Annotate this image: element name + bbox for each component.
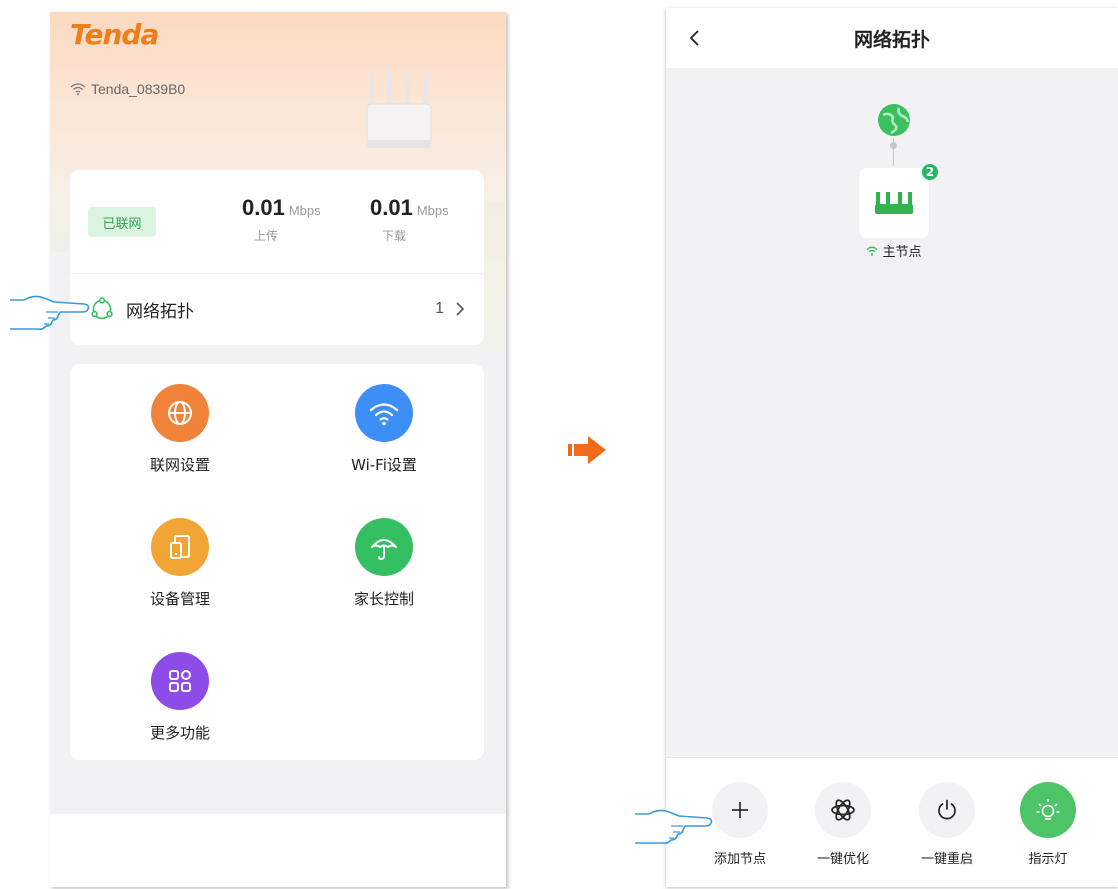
internet-globe-icon[interactable] — [877, 103, 911, 137]
upload-label: 上传 — [254, 229, 279, 243]
pointing-hand-icon — [10, 295, 90, 331]
one-click-reboot-button[interactable]: 一键重启 — [902, 782, 992, 867]
wifi-icon — [70, 83, 86, 95]
main-node-label: 主节点 — [882, 245, 922, 260]
device-icon — [151, 518, 209, 576]
indicator-light-label: 指示灯 — [1028, 852, 1068, 867]
action-bar: 添加节点 一键优化 一键重启 指示灯 — [666, 757, 1118, 887]
node-count-badge: 2 — [920, 162, 940, 182]
download-speed-value: 0.01 — [370, 195, 413, 220]
one-click-optimize-button[interactable]: 一键优化 — [798, 782, 888, 867]
more-functions-label: 更多功能 — [149, 724, 210, 742]
plus-icon — [712, 782, 768, 838]
umbrella-icon — [355, 518, 413, 576]
add-node-label: 添加节点 — [713, 852, 766, 867]
parental-control-button[interactable]: 家长控制 — [314, 518, 454, 609]
arrow-right-icon — [568, 436, 606, 464]
function-grid: 联网设置 Wi-Fi设置 设备管理 家长控制 更多功能 — [70, 364, 484, 760]
chevron-left-icon — [689, 30, 699, 46]
router-icon — [875, 192, 913, 214]
wifi-icon — [867, 246, 878, 256]
router-image — [366, 68, 432, 148]
home-screen: Tenda Tenda_0839B0 已联网 0.01 Mbps 上传 0.01 M… — [50, 12, 506, 887]
chevron-right-icon — [456, 302, 465, 316]
parental-control-label: 家长控制 — [353, 590, 414, 608]
pointing-hand-icon — [635, 809, 713, 845]
download-speed: 0.01 Mbps 下载 — [370, 195, 449, 244]
main-node-router[interactable] — [859, 168, 929, 238]
main-node-label-row: 主节点 — [859, 241, 929, 260]
internet-settings-button[interactable]: 联网设置 — [110, 384, 250, 475]
more-functions-button[interactable]: 更多功能 — [110, 652, 250, 743]
wifi-settings-label: Wi-Fi设置 — [351, 456, 417, 474]
indicator-light-toggle[interactable]: 指示灯 — [1003, 782, 1093, 867]
topology-icon — [91, 297, 113, 320]
upload-speed-value: 0.01 — [242, 195, 285, 220]
wifi-icon — [355, 384, 413, 442]
download-speed-unit: Mbps — [416, 203, 449, 218]
atom-icon — [815, 782, 871, 838]
connection-dot — [890, 142, 897, 149]
one-click-reboot-label: 一键重启 — [920, 852, 973, 867]
grid-icon — [151, 652, 209, 710]
bottom-tab-bar — [50, 814, 506, 887]
one-click-optimize-label: 一键优化 — [816, 852, 869, 867]
brand-logo: Tenda — [70, 18, 159, 51]
back-button[interactable] — [682, 26, 706, 50]
ssid-name: Tenda_0839B0 — [91, 81, 186, 97]
globe-icon — [151, 384, 209, 442]
network-topology-entry[interactable]: 网络拓扑 1 — [70, 274, 484, 344]
page-title: 网络拓扑 — [853, 28, 930, 51]
device-management-button[interactable]: 设备管理 — [110, 518, 250, 609]
upload-speed: 0.01 Mbps 上传 — [242, 195, 321, 244]
power-icon — [919, 782, 975, 838]
ssid-row: Tenda_0839B0 — [70, 81, 185, 97]
internet-settings-label: 联网设置 — [149, 456, 210, 474]
download-label: 下载 — [382, 229, 407, 243]
status-card: 已联网 0.01 Mbps 上传 0.01 Mbps 下载 网络拓扑 1 — [70, 170, 484, 345]
nav-bar: 网络拓扑 — [666, 8, 1118, 68]
light-icon — [1020, 782, 1076, 838]
topology-screen: 网络拓扑 2 主节点 添加节点 一键优化 一键重启 指示灯 — [666, 8, 1118, 887]
topology-label: 网络拓扑 — [126, 301, 194, 322]
upload-speed-unit: Mbps — [288, 203, 321, 218]
wifi-settings-button[interactable]: Wi-Fi设置 — [314, 384, 454, 475]
topology-node-count: 1 — [435, 300, 444, 317]
device-management-label: 设备管理 — [149, 590, 210, 608]
online-status-badge: 已联网 — [88, 207, 156, 237]
